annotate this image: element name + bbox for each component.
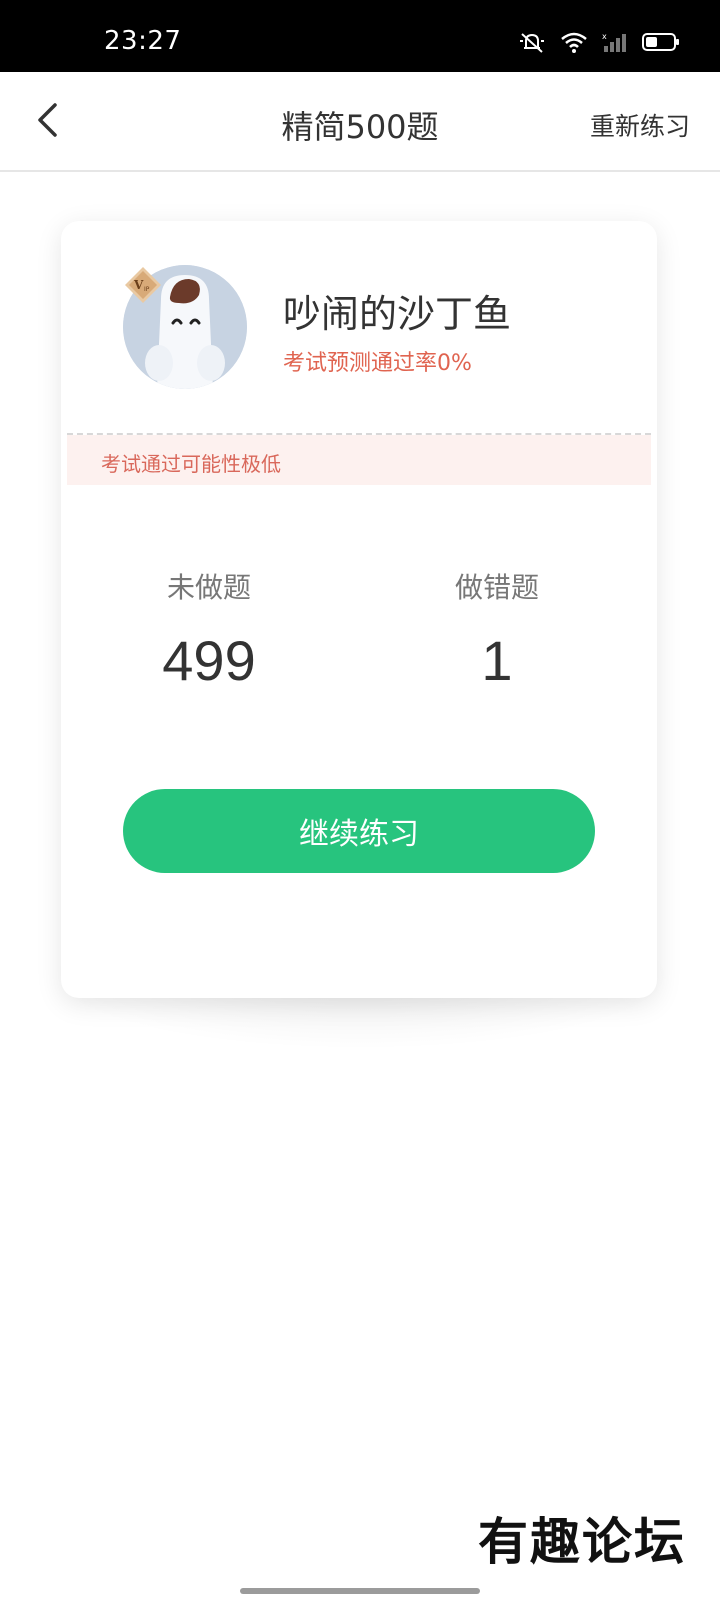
- stat-wrong[interactable]: 做错题 1: [407, 566, 587, 693]
- continue-practice-button[interactable]: 继续练习: [123, 789, 595, 873]
- battery-icon: [642, 32, 680, 52]
- watermark-text: 有趣论坛: [478, 1512, 686, 1571]
- stat-wrong-value: 1: [481, 629, 513, 692]
- predicted-pass-rate: 考试预测通过率0%: [283, 351, 472, 376]
- stat-wrong-label: 做错题: [454, 571, 539, 604]
- user-name: 吵闹的沙丁鱼: [283, 292, 512, 336]
- practice-summary-card: V IP 吵闹的沙丁鱼 考试预测通过率0% 考试通过可能性极低 未做题 499 …: [61, 221, 657, 998]
- home-indicator[interactable]: [240, 1588, 480, 1594]
- status-icons: x: [518, 30, 680, 54]
- status-time: 23:27: [104, 26, 182, 56]
- warning-text: 考试通过可能性极低: [101, 452, 281, 476]
- avatar[interactable]: V IP: [123, 265, 247, 389]
- warning-banner: 考试通过可能性极低: [67, 435, 651, 485]
- signal-icon: x: [602, 31, 628, 53]
- status-bar: 23:27 x: [0, 0, 720, 72]
- bell-muted-icon: [518, 30, 546, 54]
- stat-undone[interactable]: 未做题 499: [119, 566, 299, 693]
- svg-text:V: V: [133, 278, 144, 292]
- svg-text:IP: IP: [144, 286, 150, 293]
- wifi-icon: [560, 31, 588, 53]
- svg-text:x: x: [602, 32, 607, 41]
- vip-badge-icon: V IP: [125, 267, 161, 303]
- top-nav-bar: 精简500题 重新练习: [0, 72, 720, 172]
- stat-undone-label: 未做题: [166, 571, 251, 604]
- reset-practice-button[interactable]: 重新练习: [590, 107, 690, 143]
- stat-undone-value: 499: [162, 629, 256, 692]
